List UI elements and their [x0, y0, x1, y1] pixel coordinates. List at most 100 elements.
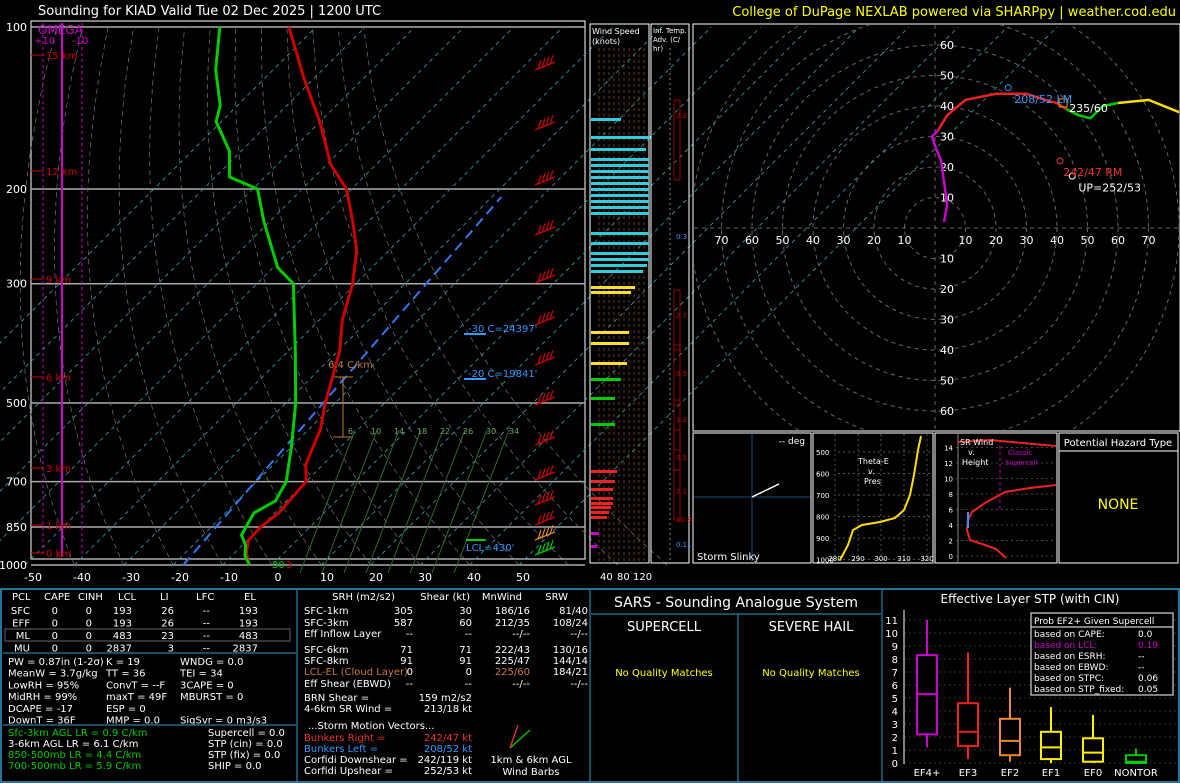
sr-wind-ytick: 8: [949, 491, 953, 499]
temp-tick-label: 0: [275, 571, 282, 584]
dry-adiabat: [312, 26, 569, 566]
slinky-deg: -- deg: [779, 437, 805, 447]
ita-value: 2.1: [676, 488, 687, 496]
hodograph-trace: [1117, 98, 1179, 114]
stp-panel: Effective Layer STP (with CIN) 0 1 2 3 4 5 6 7 8 9…: [885, 592, 1176, 779]
wind-speed-bar: [591, 378, 621, 381]
dry-adiabat: [54, 26, 125, 566]
kin-cell: 0: [466, 667, 472, 678]
mixing-ratio-label: 30: [486, 427, 496, 436]
hodo-x-label: 30: [1020, 234, 1034, 247]
composite-line: STP (cin) = 0.0: [208, 739, 283, 750]
skewt-panel: 10020030050070085010006 10 14 18 22 26 30 3415 …: [0, 20, 1058, 584]
wind-speed-bar: [591, 242, 649, 245]
sr-wind-ytick: 10: [944, 476, 953, 484]
dry-adiabat: [363, 26, 668, 566]
parcel-cell: EFF: [12, 619, 30, 630]
temp-tick-label: -30: [122, 571, 140, 584]
wind-speed-bar: [591, 182, 649, 185]
slinky-vector: [751, 483, 780, 498]
kin-cell: 71: [459, 645, 472, 656]
hodo-y-label: 50: [940, 375, 954, 388]
isotherm: [271, 26, 811, 566]
wind-speed-bar: [591, 342, 629, 345]
stp-ytick: 8: [892, 655, 898, 666]
kin-cell: --: [465, 679, 473, 690]
height-label: 15 km: [46, 51, 77, 62]
hodo-x-label: 10: [959, 234, 973, 247]
lapse-rate-label: 6.4 C/km: [328, 360, 373, 371]
hazard-value: NONE: [1098, 497, 1139, 513]
mixing-ratio-label: 22: [440, 427, 450, 436]
parcel-cell: 26: [161, 619, 174, 630]
level-minus30-label: -30 C=24397': [468, 324, 537, 335]
mixing-ratio-label: 18: [417, 427, 427, 436]
kin-cell: 71: [400, 645, 413, 656]
theta-e-ytick: 800: [816, 514, 829, 522]
pressure-label-300: 300: [6, 278, 27, 291]
hodo-y-label: 30: [940, 131, 954, 144]
wind-speed-bar: [591, 258, 649, 261]
wind-barb: [534, 350, 556, 366]
hodo-y-label: 30: [940, 314, 954, 327]
wind-barb: [534, 540, 556, 556]
kin-cell: 81/40: [559, 606, 588, 617]
kin-cell: --: [406, 679, 414, 690]
parcel-cell: 23: [161, 631, 174, 642]
parcel-header: CINH: [78, 592, 103, 603]
theta-e-xtick: 310: [897, 555, 910, 563]
wind-speed-bar: [591, 158, 649, 161]
hodo-x-label: 70: [715, 234, 729, 247]
sr-wind-ytick: 2: [949, 538, 953, 546]
wind-barb: [534, 115, 556, 131]
hodo-x-label: 40: [1050, 234, 1064, 247]
stp-category: NONTOR: [1114, 768, 1158, 779]
wind-speed-bar: [591, 194, 649, 197]
kin-header: MnWind: [482, 592, 522, 603]
index-cell: ESP = 0: [106, 704, 146, 715]
isotherm: [370, 26, 910, 566]
parcel-cell: 0: [52, 606, 58, 617]
kin-cell: 225/60: [495, 667, 530, 678]
kin-header: SRW: [545, 592, 568, 603]
sars-title: SARS - Sounding Analogue System: [614, 595, 858, 611]
temp-tick-label: 50: [516, 571, 530, 584]
hodo-x-label: 10: [898, 234, 912, 247]
kin-cell: 587: [394, 618, 413, 629]
page-title: Sounding for KIAD Valid Tue 02 Dec 2025 …: [38, 4, 381, 19]
level-minus20-label: -20 C=19841': [468, 369, 537, 380]
index-cell: DCAPE = -17: [8, 704, 73, 715]
stp-box: [916, 620, 938, 748]
temp-tick-label: 20: [369, 571, 383, 584]
kin-cell: --: [465, 629, 473, 640]
prob-label: based on STP_fixed:: [1034, 685, 1124, 695]
wind-speed-bar: [591, 270, 643, 273]
prob-value: 0.05: [1138, 685, 1158, 695]
hodo-y-label: 40: [940, 344, 954, 357]
hodo-y-label: 20: [940, 283, 954, 296]
isotherm: [123, 26, 663, 566]
hodo-x-label: 20: [867, 234, 881, 247]
sr-wind-ytick: 0: [949, 553, 953, 561]
kin-row-label: Eff Shear (EBWD): [304, 679, 391, 690]
motion-value: 252/53 kt: [424, 766, 472, 777]
height-label: 6 km: [46, 373, 71, 384]
ws-tick-40: 40: [600, 572, 613, 583]
highlight-isotherm: [182, 196, 502, 566]
brn-value: 159 m2/s2: [419, 693, 472, 704]
prob-label: based on CAPE:: [1034, 630, 1105, 640]
parcel-cell: 0: [86, 606, 92, 617]
theta-e-ytick: 600: [816, 471, 829, 479]
wind-speed-bar: [591, 136, 651, 139]
wind-speed-bar: [591, 286, 635, 289]
hodo-y-label: 10: [940, 253, 954, 266]
motion-label: Corfidi Upshear =: [304, 766, 393, 777]
temp-tick-label: 40: [467, 571, 481, 584]
parcel-table: PCL CAPE CINH LCL LI LFC ELSFC 0 0 193 26 -- 193EFF 0…: [3, 592, 296, 772]
height-label: 1 km: [46, 521, 71, 532]
parcel-header: LFC: [196, 592, 214, 603]
omega-label: OMEGA: [38, 23, 84, 37]
ita-value: 2.7: [676, 312, 687, 320]
wind-speed-bar: [591, 291, 631, 294]
index-cell: TT = 36: [105, 669, 146, 680]
